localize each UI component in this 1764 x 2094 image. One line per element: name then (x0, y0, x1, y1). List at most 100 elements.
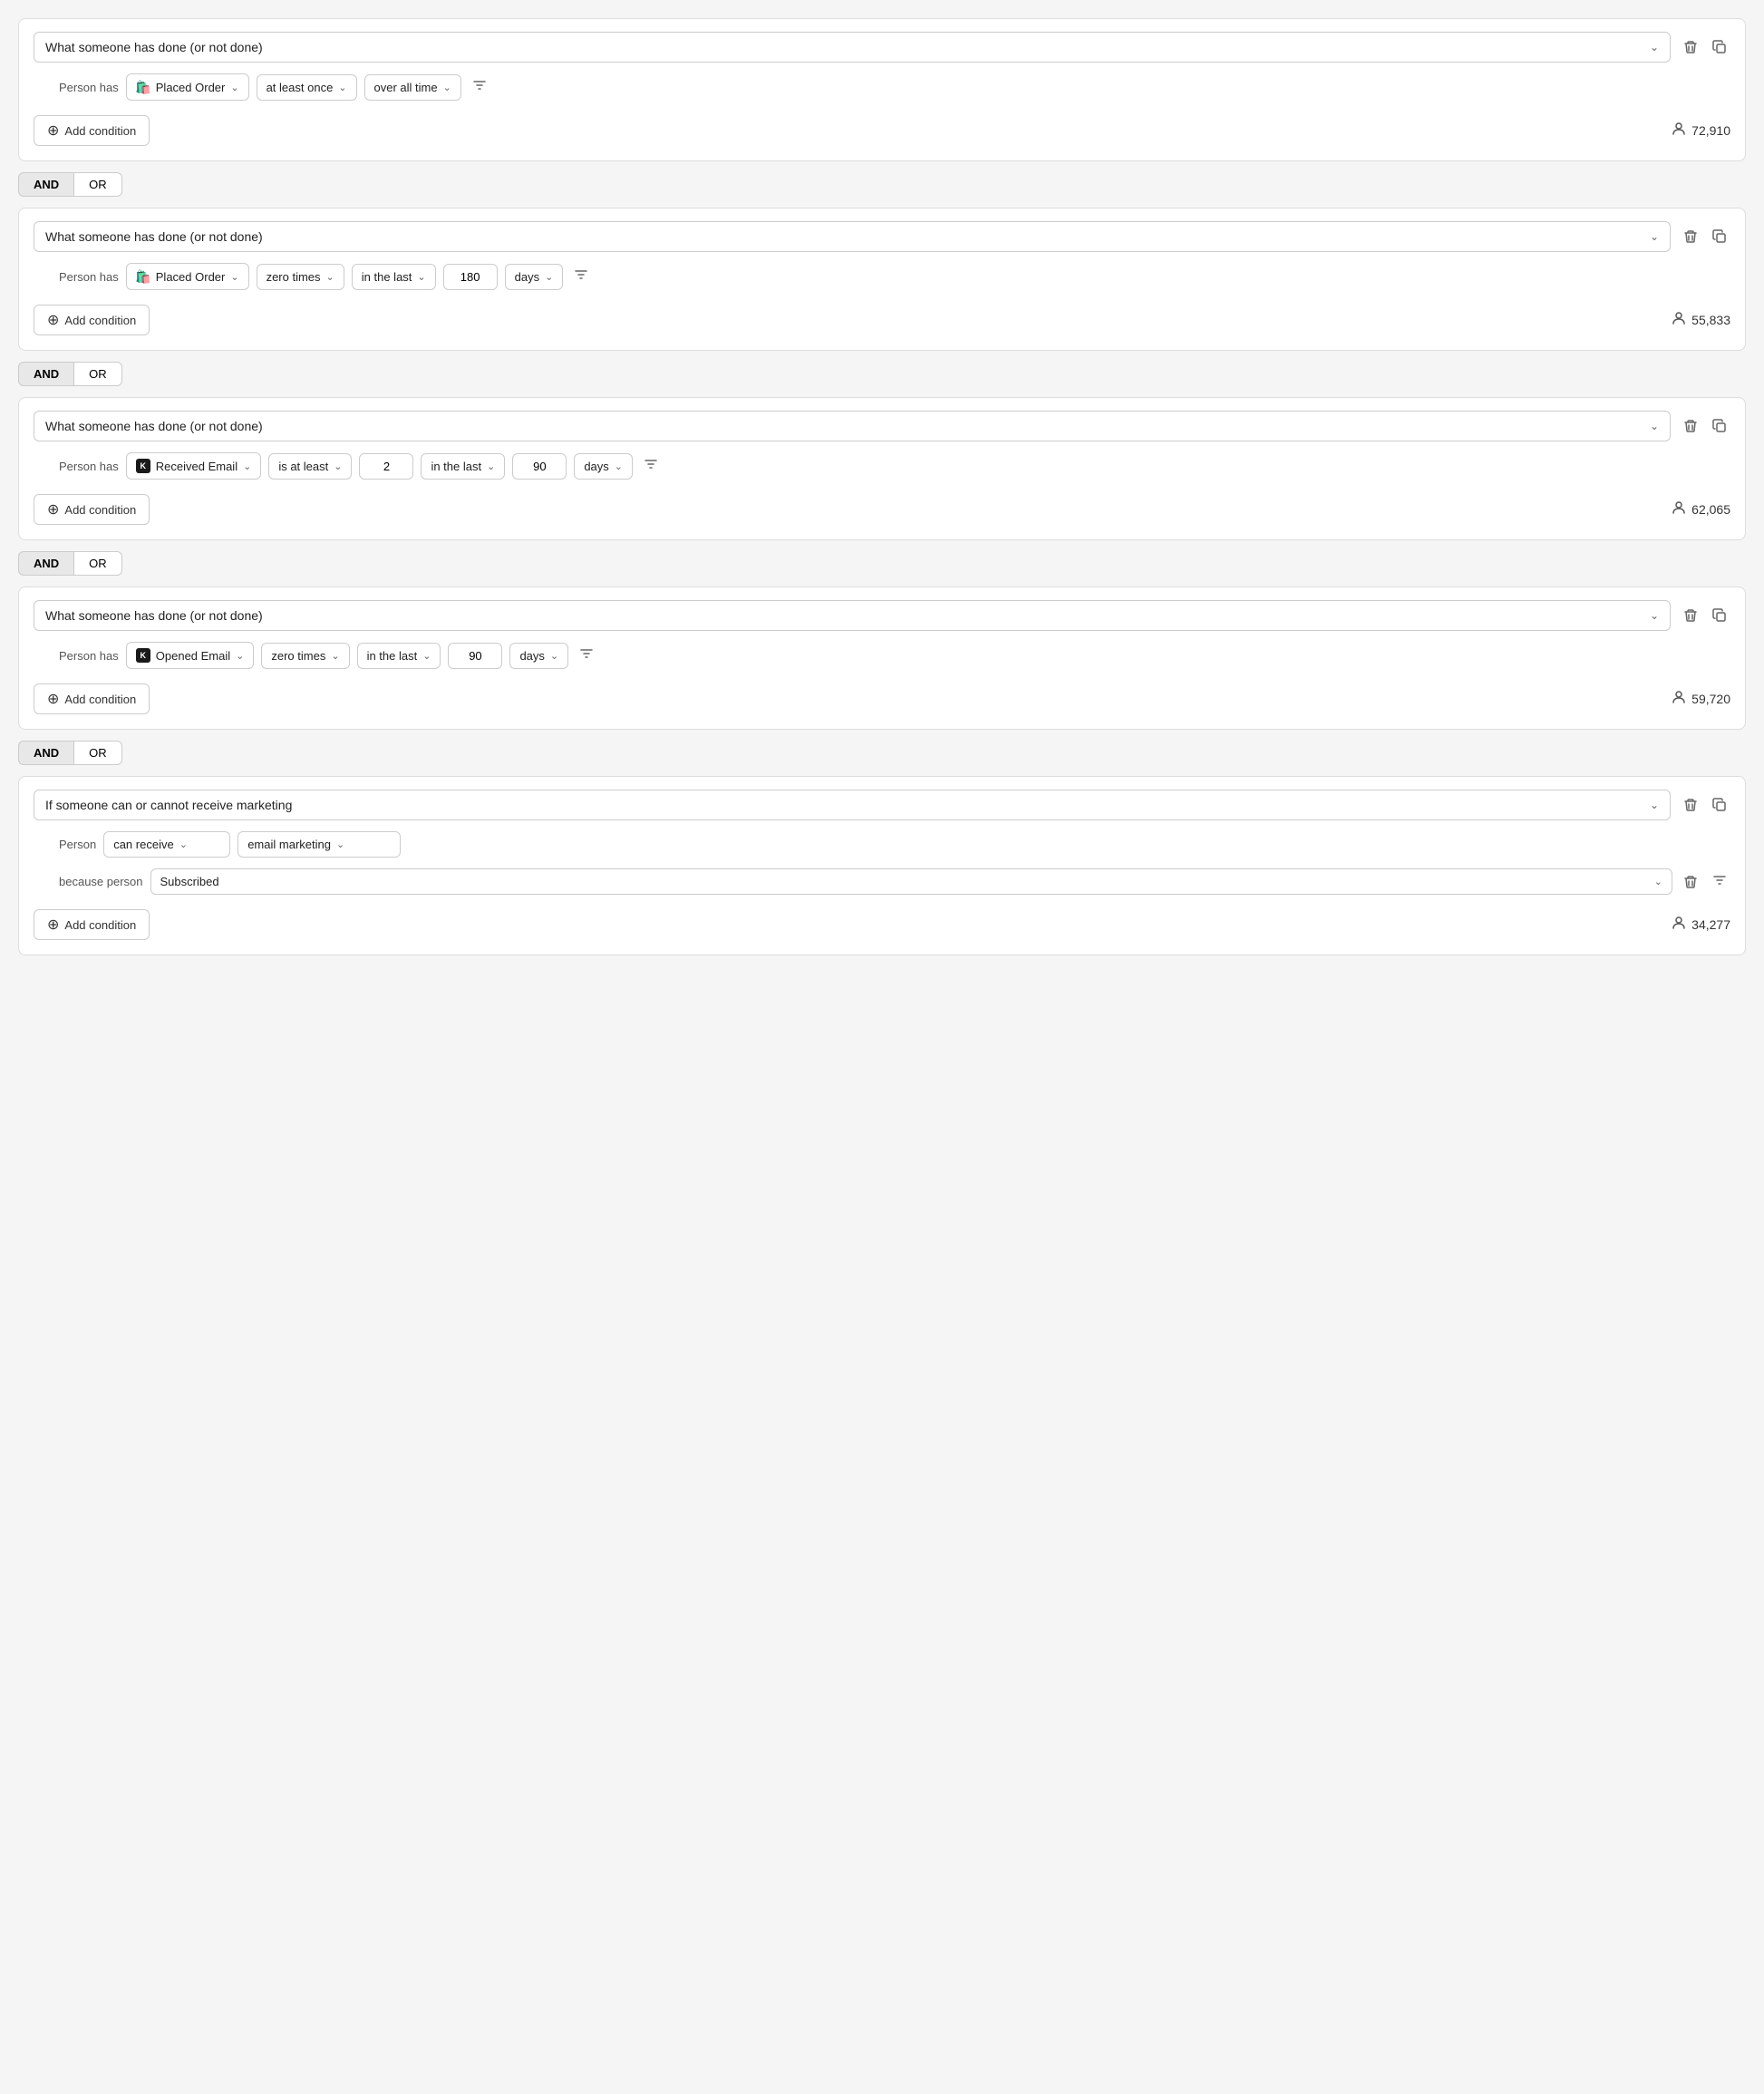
number-input-2[interactable] (443, 264, 498, 290)
and-button-2[interactable]: AND (18, 362, 73, 386)
block-title-select-2[interactable]: What someone has done (or not done) ⌄ (34, 221, 1671, 252)
block-title-select-5[interactable]: If someone can or cannot receive marketi… (34, 790, 1671, 820)
add-condition-plus-2: ⊕ (47, 311, 59, 329)
time-range-select-1[interactable]: over all time ⌄ (364, 74, 461, 101)
count-value-4: 59,720 (1691, 692, 1730, 706)
frequency-select-3[interactable]: is at least ⌄ (268, 453, 352, 480)
or-button-3[interactable]: OR (73, 551, 122, 576)
and-button-3[interactable]: AND (18, 551, 73, 576)
time-range-chevron-1: ⌄ (443, 82, 451, 93)
block-footer-5: ⊕ Add condition 34,277 (34, 909, 1730, 940)
frequency-select-2[interactable]: zero times ⌄ (257, 264, 344, 290)
block-title-select-4[interactable]: What someone has done (or not done) ⌄ (34, 600, 1671, 631)
add-condition-button-3[interactable]: ⊕ Add condition (34, 494, 150, 525)
person-has-label-1: Person has (59, 81, 119, 94)
filter-button-1[interactable] (469, 74, 490, 100)
filter-button-2[interactable] (570, 264, 592, 289)
block-title-select-1[interactable]: What someone has done (or not done) ⌄ (34, 32, 1671, 63)
in-last-chevron-4: ⌄ (422, 650, 431, 662)
filter-subscribed-5[interactable] (1709, 869, 1730, 895)
delete-button-5[interactable] (1680, 794, 1701, 816)
condition-row-2: Person has 🛍️ Placed Order ⌄ zero times … (59, 263, 1730, 290)
condition-block-3: What someone has done (or not done) ⌄ Pe… (18, 397, 1746, 540)
delete-subscribed-5[interactable] (1680, 871, 1701, 893)
klaviyo-icon-3: K (136, 459, 150, 473)
action-select-3[interactable]: K Received Email ⌄ (126, 452, 262, 480)
time-unit-select-4[interactable]: days ⌄ (509, 643, 568, 669)
add-condition-button-2[interactable]: ⊕ Add condition (34, 305, 150, 335)
frequency-select-1[interactable]: at least once ⌄ (257, 74, 357, 101)
block-footer-4: ⊕ Add condition 59,720 (34, 683, 1730, 714)
block-title-select-3[interactable]: What someone has done (or not done) ⌄ (34, 411, 1671, 441)
add-condition-label-1: Add condition (64, 124, 136, 138)
in-last-select-3[interactable]: in the last ⌄ (421, 453, 505, 480)
add-condition-button-5[interactable]: ⊕ Add condition (34, 909, 150, 940)
block-footer-2: ⊕ Add condition 55,833 (34, 305, 1730, 335)
frequency-label-4: zero times (271, 649, 325, 663)
copy-button-5[interactable] (1709, 794, 1730, 816)
copy-button-1[interactable] (1709, 36, 1730, 58)
condition-row-1: Person has 🛍️ Placed Order ⌄ at least on… (59, 73, 1730, 101)
time-unit-chevron-4: ⌄ (550, 650, 558, 662)
copy-button-3[interactable] (1709, 415, 1730, 437)
add-condition-button-1[interactable]: ⊕ Add condition (34, 115, 150, 146)
frequency-select-4[interactable]: zero times ⌄ (261, 643, 349, 669)
in-last-label-4: in the last (367, 649, 418, 663)
block-footer-1: ⊕ Add condition 72,910 (34, 115, 1730, 146)
time-unit-select-2[interactable]: days ⌄ (505, 264, 564, 290)
can-receive-label-5: can receive (113, 838, 173, 851)
marketing-type-label-5: email marketing (247, 838, 331, 851)
marketing-type-select-5[interactable]: email marketing ⌄ (237, 831, 401, 858)
and-button-1[interactable]: AND (18, 172, 73, 197)
condition-row-3: Person has K Received Email ⌄ is at leas… (59, 452, 1730, 480)
time-range-label-1: over all time (374, 81, 438, 94)
in-last-select-4[interactable]: in the last ⌄ (357, 643, 441, 669)
delete-button-4[interactable] (1680, 605, 1701, 626)
in-last-label-3: in the last (431, 460, 481, 473)
or-button-4[interactable]: OR (73, 741, 122, 765)
delete-button-1[interactable] (1680, 36, 1701, 58)
action-select-1[interactable]: 🛍️ Placed Order ⌄ (126, 73, 249, 101)
frequency-label-1: at least once (267, 81, 334, 94)
condition-block-5: If someone can or cannot receive marketi… (18, 776, 1746, 955)
marketing-row-5: Person can receive ⌄ email marketing ⌄ (59, 831, 1730, 858)
delete-button-3[interactable] (1680, 415, 1701, 437)
block-title-chevron-5: ⌄ (1650, 799, 1659, 811)
block-footer-3: ⊕ Add condition 62,065 (34, 494, 1730, 525)
count-input-3[interactable] (359, 453, 413, 480)
copy-button-4[interactable] (1709, 605, 1730, 626)
delete-button-2[interactable] (1680, 226, 1701, 247)
action-select-2[interactable]: 🛍️ Placed Order ⌄ (126, 263, 249, 290)
and-or-row-4: AND OR (18, 741, 1746, 765)
condition-block-4: What someone has done (or not done) ⌄ Pe… (18, 587, 1746, 730)
action-select-4[interactable]: K Opened Email ⌄ (126, 642, 255, 669)
add-condition-button-4[interactable]: ⊕ Add condition (34, 683, 150, 714)
frequency-label-2: zero times (267, 270, 321, 284)
subscribed-select-5[interactable]: Subscribed ⌄ (150, 868, 1672, 895)
or-button-1[interactable]: OR (73, 172, 122, 197)
time-unit-chevron-2: ⌄ (545, 271, 553, 283)
time-unit-label-2: days (515, 270, 539, 284)
filter-button-4[interactable] (576, 643, 597, 668)
add-condition-plus-4: ⊕ (47, 690, 59, 708)
filter-button-3[interactable] (640, 453, 662, 479)
copy-button-2[interactable] (1709, 226, 1730, 247)
or-button-2[interactable]: OR (73, 362, 122, 386)
action-label-2: Placed Order (156, 270, 226, 284)
count-display-4: 59,720 (1672, 690, 1730, 709)
action-label-1: Placed Order (156, 81, 226, 94)
block-title-chevron-4: ⌄ (1650, 609, 1659, 622)
add-condition-label-4: Add condition (64, 693, 136, 706)
block-actions-4 (1680, 605, 1730, 626)
block-title-chevron-2: ⌄ (1650, 230, 1659, 243)
block-title-text-1: What someone has done (or not done) (45, 40, 263, 54)
number-input-4[interactable] (448, 643, 502, 669)
and-button-4[interactable]: AND (18, 741, 73, 765)
action-chevron-4: ⌄ (236, 650, 244, 662)
time-unit-select-3[interactable]: days ⌄ (574, 453, 633, 480)
add-condition-plus-5: ⊕ (47, 916, 59, 934)
number-input-3[interactable] (512, 453, 567, 480)
can-receive-select-5[interactable]: can receive ⌄ (103, 831, 230, 858)
add-condition-label-2: Add condition (64, 314, 136, 327)
in-last-select-2[interactable]: in the last ⌄ (352, 264, 436, 290)
